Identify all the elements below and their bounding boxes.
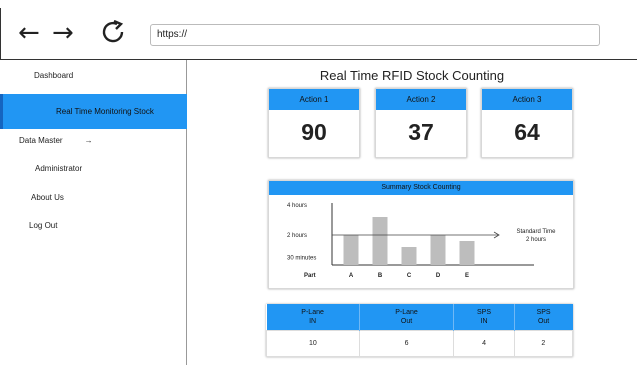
sidebar-item-about-us[interactable]: About Us <box>31 193 171 202</box>
table-header-cell: SPS Out <box>514 304 573 330</box>
table-cell: 4 <box>453 329 515 357</box>
chart-bar <box>372 217 388 265</box>
sidebar-item-administrator[interactable]: Administrator <box>35 164 175 173</box>
summary-chart-panel: Summary Stock Counting 4 hours 2 hours 30 … <box>268 180 574 289</box>
sidebar-item-dashboard[interactable]: Dashboard <box>34 71 174 80</box>
sidebar-item-label: Data Master <box>19 136 63 145</box>
reference-label: 2 hours <box>526 237 546 243</box>
x-axis-label: Part <box>304 273 316 279</box>
action-card-2[interactable]: Action 2 37 <box>375 88 467 158</box>
reference-label: Standard Time <box>516 229 556 235</box>
left-arrow-icon[interactable]: ← <box>18 18 40 48</box>
x-tick-label: D <box>436 273 441 279</box>
action-card-3[interactable]: Action 3 64 <box>481 88 573 158</box>
url-input[interactable]: https:// <box>150 24 600 46</box>
x-tick-label: A <box>349 273 354 279</box>
chart-bar <box>459 241 475 265</box>
sidebar-item-data-master[interactable]: Data Master → <box>19 136 169 145</box>
reload-icon-svg <box>102 19 124 43</box>
action-card-value: 90 <box>301 119 327 145</box>
y-tick-label: 30 minutes <box>287 256 316 262</box>
y-tick-label: 4 hours <box>287 203 307 209</box>
action-card-value: 37 <box>408 119 434 145</box>
table-header-row: P-Lane IN P-Lane Out SPS IN SPS Out <box>266 304 573 330</box>
action-card-label: Action 2 <box>376 89 466 110</box>
action-card-value: 64 <box>514 119 540 145</box>
right-arrow-icon: → <box>84 136 93 145</box>
action-card-1[interactable]: Action 1 90 <box>268 88 360 158</box>
sidebar-item-real-time-monitoring-stock[interactable]: Real Time Monitoring Stock <box>0 94 187 129</box>
sidebar: Dashboard Real Time Monitoring Stock Dat… <box>0 60 187 365</box>
y-tick-label: 2 hours <box>287 233 307 239</box>
table-cell: 2 <box>513 329 574 357</box>
table-header-cell: SPS IN <box>453 304 515 330</box>
chart-bar <box>430 235 446 265</box>
chart-bar <box>401 247 417 265</box>
table-header-cell: P-Lane IN <box>266 304 360 330</box>
sidebar-item-log-out[interactable]: Log Out <box>29 221 169 230</box>
x-tick-label: B <box>378 273 383 279</box>
right-arrow-icon[interactable]: → <box>52 18 74 48</box>
summary-stock-chart: 4 hours 2 hours 30 minutes A B C D E Part Standar… <box>287 203 556 279</box>
page-title: Real Time RFID Stock Counting <box>319 68 505 83</box>
x-tick-label: C <box>407 273 412 279</box>
table-row: 10 6 4 2 <box>266 329 574 357</box>
table-cell: 10 <box>266 329 360 357</box>
table-cell: 6 <box>358 329 455 357</box>
browser-toolbar: ← → https:// <box>0 0 637 365</box>
x-tick-label: E <box>465 273 469 279</box>
reload-icon[interactable] <box>100 19 128 50</box>
action-card-label: Action 3 <box>482 89 572 110</box>
action-card-label: Action 1 <box>269 89 359 110</box>
chart-title: Summary Stock Counting <box>269 181 573 195</box>
table-header-cell: P-Lane Out <box>359 304 455 330</box>
stock-table: P-Lane IN P-Lane Out SPS IN SPS Out 10 6 4 2 <box>266 304 574 357</box>
chart-bar <box>343 235 359 265</box>
